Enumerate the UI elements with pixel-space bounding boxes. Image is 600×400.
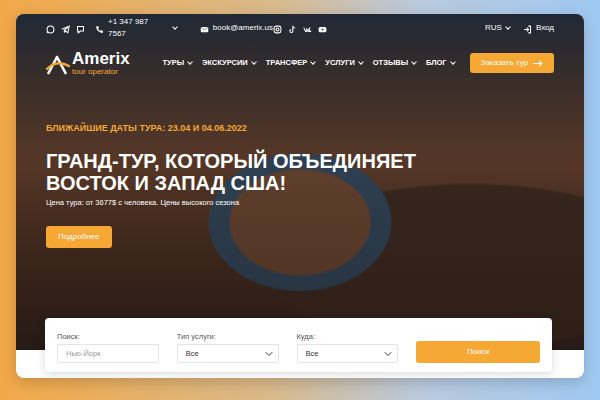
chevron-down-icon (358, 59, 364, 65)
nav-label: ТРАНСФЕР (266, 57, 308, 68)
chevron-down-icon (411, 59, 417, 65)
field-label: Тип услуги: (177, 333, 279, 341)
login-label: Вход (536, 22, 554, 34)
instagram-icon[interactable] (273, 24, 282, 33)
tour-dates: БЛИЖАЙШИЕ ДАТЫ ТУРА: 23.04 И 04.06.2022 (46, 122, 554, 134)
chevron-down-icon (251, 59, 257, 65)
field-label: Поиск: (57, 333, 159, 341)
hero-banner: +1 347 987 7567 book@amerix.us RUS Вход Amer… (16, 14, 584, 350)
login-link[interactable]: Вход (523, 22, 554, 34)
nav-label: ОТЗЫВЫ (373, 57, 408, 68)
youtube-icon[interactable] (318, 24, 327, 33)
arrow-right-icon (533, 60, 543, 67)
social-links (273, 24, 327, 33)
language-switch[interactable]: RUS (485, 22, 511, 34)
vk-icon[interactable] (303, 24, 312, 33)
order-tour-label: Заказать тур (481, 58, 528, 68)
chevron-down-icon (505, 24, 511, 30)
nav-item[interactable]: ТРАНСФЕР (266, 57, 317, 68)
nav-item[interactable]: ОТЗЫВЫ (373, 57, 417, 68)
logo-tagline: tour operator (72, 68, 130, 76)
search-panel: Поиск: Тип услуги: Все Куда: Все Поиск (45, 318, 552, 372)
tiktok-icon[interactable] (288, 24, 297, 33)
logo-name: Amerix (72, 50, 130, 67)
logo-text: Amerixtour operator (72, 50, 130, 76)
nav-label: УСЛУГИ (325, 57, 354, 68)
login-icon (523, 24, 532, 33)
phone-icon (95, 24, 104, 33)
top-bar: +1 347 987 7567 book@amerix.us RUS Вход (46, 14, 554, 42)
field-label: Куда: (297, 333, 399, 341)
logo-swoosh-icon (46, 52, 70, 74)
telegram-icon[interactable] (61, 24, 70, 33)
language-label: RUS (485, 22, 502, 34)
chevron-down-icon (172, 24, 178, 30)
phone-number: +1 347 987 7567 (108, 16, 165, 40)
nav-item[interactable]: ЭКСКУРСИИ (202, 57, 257, 68)
nav-label: ЭКСКУРСИИ (202, 57, 248, 68)
service-select[interactable]: Все (297, 344, 399, 363)
search-button[interactable]: Поиск (416, 341, 540, 363)
order-tour-button[interactable]: Заказать тур (470, 53, 554, 73)
account-links: RUS Вход (327, 22, 554, 34)
search-input[interactable] (57, 344, 159, 363)
mail-icon (200, 24, 209, 33)
search-field: Тип услуги: Все (177, 333, 279, 364)
nav-item[interactable]: ТУРЫ (162, 57, 193, 68)
logo[interactable]: Amerixtour operator (46, 50, 130, 76)
nav-item[interactable]: УСЛУГИ (325, 57, 363, 68)
page: +1 347 987 7567 book@amerix.us RUS Вход Amer… (16, 14, 584, 378)
nav-label: БЛОГ (426, 57, 447, 68)
nav-menu: ТУРЫ ЭКСКУРСИИ ТРАНСФЕР УСЛУГИ ОТЗЫВЫ БЛОГ (162, 57, 455, 68)
hero-title: ГРАНД-ТУР, КОТОРЫЙ ОБЪЕДИНЯЕТ ВОСТОК И З… (46, 150, 426, 194)
details-button[interactable]: Подробнее (46, 226, 112, 248)
chevron-down-icon (310, 59, 316, 65)
main-nav: Amerixtour operator ТУРЫ ЭКСКУРСИИ ТРАНСФЕР… (46, 42, 554, 84)
service-select[interactable]: Все (177, 344, 279, 363)
email-link[interactable]: book@amerix.us (200, 22, 273, 34)
nav-item[interactable]: БЛОГ (426, 57, 456, 68)
whatsapp-icon[interactable] (46, 24, 55, 33)
nav-label: ТУРЫ (162, 57, 184, 68)
tour-price: Цена тура: от 3677$ с человека. Цены выс… (46, 198, 554, 208)
chevron-down-icon (450, 59, 456, 65)
viber-icon[interactable] (76, 24, 85, 33)
search-field: Куда: Все (297, 333, 399, 364)
email-address: book@amerix.us (213, 22, 273, 34)
search-field: Поиск: (57, 333, 159, 364)
phone-link[interactable]: +1 347 987 7567 (95, 16, 178, 40)
chevron-down-icon (187, 59, 193, 65)
contacts: +1 347 987 7567 book@amerix.us (46, 16, 273, 40)
